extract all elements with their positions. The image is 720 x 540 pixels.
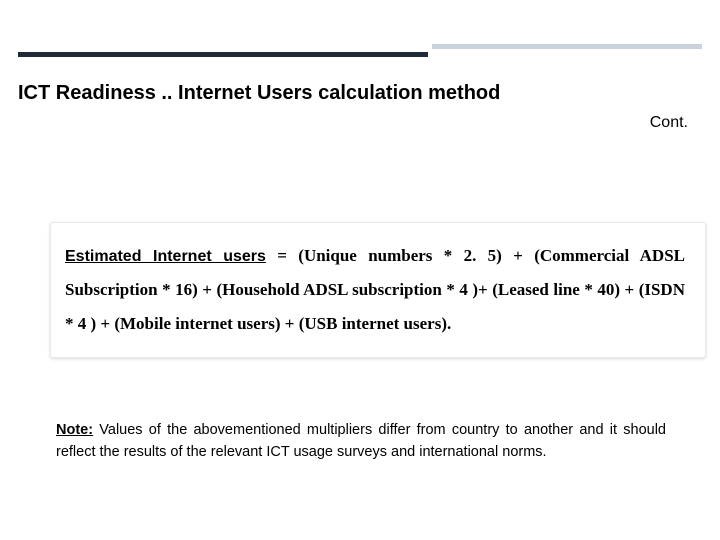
rule-light-segment [432,44,702,49]
formula-box: Estimated Internet users = (Unique numbe… [50,222,706,358]
page-title: ICT Readiness .. Internet Users calculat… [18,82,500,105]
formula-label: Estimated Internet users [65,248,266,265]
note-label: Note: [56,422,93,438]
rule-dark-segment [18,52,428,57]
formula-text: Estimated Internet users = (Unique numbe… [65,239,685,341]
note-block: Note: Values of the abovementioned multi… [56,420,666,464]
formula-equals: = [266,246,298,265]
note-body: Values of the abovementioned multipliers… [56,422,666,460]
header-rule [18,44,702,58]
continuation-label: Cont. [650,114,688,132]
